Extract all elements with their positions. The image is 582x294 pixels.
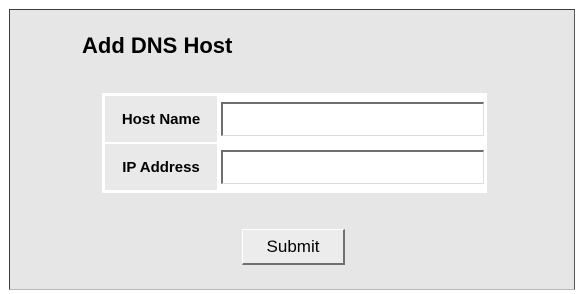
- host-name-field-cell: [221, 96, 484, 142]
- host-name-row: Host Name: [105, 96, 484, 142]
- ip-address-input[interactable]: [221, 150, 484, 184]
- ip-address-field-cell: [221, 144, 484, 190]
- submit-button[interactable]: Submit: [242, 229, 345, 265]
- page-title: Add DNS Host: [82, 33, 233, 58]
- add-dns-host-panel: Add DNS Host Host Name IP Address Submit: [9, 9, 575, 290]
- dns-host-form: Host Name IP Address: [102, 93, 487, 193]
- ip-address-label: IP Address: [105, 144, 217, 190]
- host-name-label: Host Name: [105, 96, 217, 142]
- host-name-input[interactable]: [221, 102, 484, 136]
- ip-address-row: IP Address: [105, 144, 484, 190]
